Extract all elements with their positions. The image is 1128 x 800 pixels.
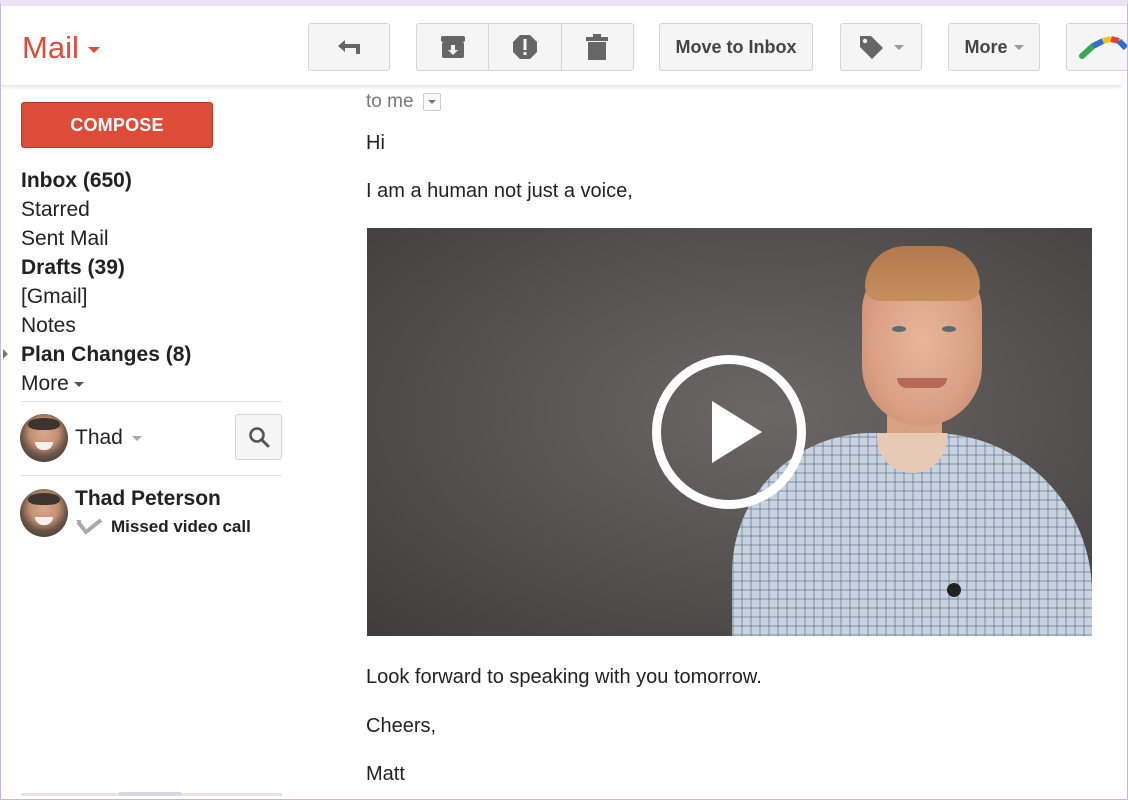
top-toolbar: Mail Move to Inbox More <box>1 6 1128 86</box>
sidebar-item-label: Drafts (39) <box>21 256 125 279</box>
contact-avatar[interactable] <box>20 489 68 537</box>
sidebar-item-gmail[interactable]: [Gmail] <box>21 282 191 311</box>
divider <box>21 475 282 476</box>
sidebar-item-plan-changes[interactable]: Plan Changes (8) <box>3 340 192 369</box>
sidebar-item-label: Notes <box>21 314 76 337</box>
labels-button[interactable] <box>840 23 922 71</box>
play-triangle-icon <box>712 401 762 463</box>
mail-title: Mail <box>22 30 79 65</box>
message-signature: Matt <box>366 763 405 785</box>
hangouts-user-menu[interactable]: Thad <box>75 426 142 450</box>
missed-call-check-icon <box>76 518 103 535</box>
show-details-button[interactable] <box>422 93 441 111</box>
scrollbar-thumb[interactable] <box>119 792 181 796</box>
contact-status-text: Missed video call <box>111 517 251 536</box>
search-people-button[interactable] <box>235 414 282 460</box>
move-to-inbox-button[interactable]: Move to Inbox <box>659 23 813 71</box>
message-signoff: Cheers, <box>366 715 437 737</box>
hangouts-user-name: Thad <box>75 426 123 449</box>
reply-button[interactable] <box>308 23 390 71</box>
reply-icon <box>338 40 360 54</box>
archive-button[interactable] <box>417 24 490 70</box>
sidebar: COMPOSE Inbox (650) Starred Sent Mail Dr… <box>1 86 301 800</box>
sidebar-item-drafts[interactable]: Drafts (39) <box>21 253 191 282</box>
video-thumbnail[interactable] <box>367 228 1092 636</box>
sidebar-item-label: Inbox (650) <box>21 169 132 192</box>
caret-down-icon <box>894 44 904 50</box>
sidebar-item-more[interactable]: More <box>21 369 191 398</box>
caret-down-icon <box>131 435 142 441</box>
archive-icon <box>440 36 465 58</box>
mail-menu[interactable]: Mail <box>22 30 100 66</box>
report-spam-button[interactable] <box>489 24 562 70</box>
sidebar-item-label: Plan Changes (8) <box>21 343 192 366</box>
more-actions-label: More <box>964 36 1008 57</box>
caret-down-icon <box>1013 44 1024 50</box>
compose-button[interactable]: COMPOSE <box>21 102 213 148</box>
folder-list: Inbox (650) Starred Sent Mail Drafts (39… <box>3 166 192 398</box>
trash-icon <box>586 34 609 60</box>
report-spam-icon <box>512 35 537 59</box>
caret-down-icon <box>73 381 84 387</box>
message-paragraph: I am a human not just a voice, <box>366 180 633 202</box>
caret-down-icon <box>87 47 100 53</box>
boomerang-icon <box>1079 36 1128 59</box>
action-button-group <box>416 23 634 71</box>
boomerang-button[interactable] <box>1066 23 1128 71</box>
sidebar-item-label: More <box>21 372 69 395</box>
sidebar-item-inbox[interactable]: Inbox (650) <box>21 166 191 195</box>
sidebar-item-notes[interactable]: Notes <box>21 311 191 340</box>
message-paragraph: Look forward to speaking with you tomorr… <box>366 666 762 688</box>
label-tag-icon <box>860 36 883 59</box>
move-to-inbox-label: Move to Inbox <box>675 36 797 57</box>
divider <box>21 401 282 402</box>
message-greeting: Hi <box>366 132 385 154</box>
delete-button[interactable] <box>562 24 633 70</box>
expand-arrow-icon[interactable] <box>3 349 8 359</box>
more-actions-button[interactable]: More <box>948 23 1040 71</box>
recipient-line: to me <box>366 91 441 113</box>
contact-name[interactable]: Thad Peterson <box>75 487 221 511</box>
contact-status: Missed video call <box>75 517 251 537</box>
sidebar-item-label: Starred <box>21 198 90 221</box>
sidebar-item-label: [Gmail] <box>21 285 88 308</box>
sidebar-item-starred[interactable]: Starred <box>21 195 191 224</box>
caret-down-icon <box>427 100 436 104</box>
sidebar-item-label: Sent Mail <box>21 227 109 250</box>
avatar[interactable] <box>20 414 68 462</box>
horizontal-scrollbar[interactable] <box>21 792 282 796</box>
search-icon <box>248 427 269 448</box>
sidebar-item-sent-mail[interactable]: Sent Mail <box>21 224 191 253</box>
recipient-label: to me <box>366 91 414 112</box>
